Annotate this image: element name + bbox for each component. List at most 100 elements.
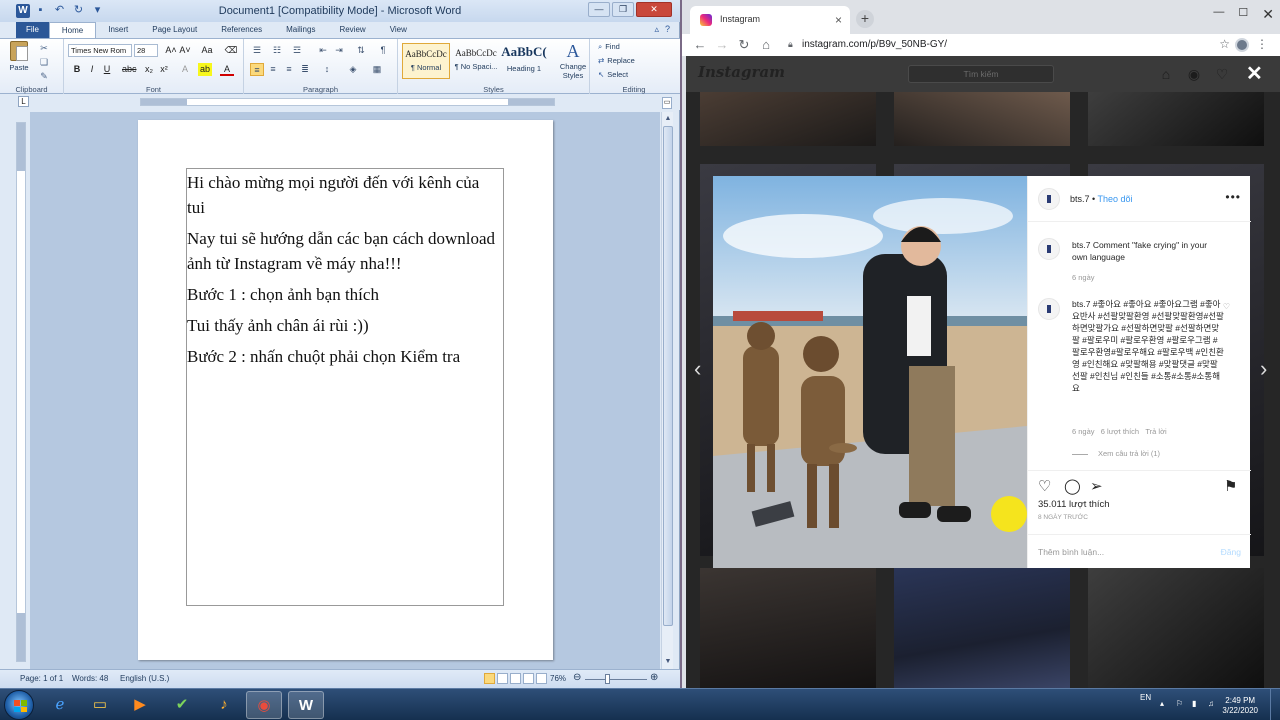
grid-photo[interactable] <box>1088 568 1264 688</box>
outline-view[interactable] <box>523 673 534 684</box>
tab-mailings[interactable]: Mailings <box>274 22 327 38</box>
clear-formatting-icon[interactable]: ⌫ <box>224 44 238 57</box>
tab-references[interactable]: References <box>209 22 274 38</box>
follow-button[interactable]: Theo dõi <box>1098 194 1133 204</box>
shading-icon[interactable]: ◈ <box>346 63 360 76</box>
help-icon[interactable]: ? <box>665 24 670 35</box>
sort-icon[interactable]: ⇅ <box>354 44 368 57</box>
replace-button[interactable]: ⇄ Replace <box>598 56 635 65</box>
style-no-spacing[interactable]: AaBbCcDc ¶ No Spaci... <box>452 43 500 79</box>
post-photo[interactable] <box>713 176 1027 568</box>
zoom-slider-track[interactable] <box>585 679 647 680</box>
comment-username[interactable]: bts.7 <box>1072 299 1090 309</box>
forward-icon[interactable]: → <box>714 37 730 53</box>
show-desktop-button[interactable] <box>1270 689 1280 720</box>
tab-page-layout[interactable]: Page Layout <box>140 22 209 38</box>
author-username[interactable]: bts.7 <box>1070 194 1090 204</box>
shrink-font-icon[interactable]: A˅ <box>178 44 192 57</box>
tab-insert[interactable]: Insert <box>96 22 140 38</box>
style-normal[interactable]: AaBbCcDc ¶ Normal <box>402 43 450 79</box>
more-options-icon[interactable]: ••• <box>1225 190 1241 204</box>
chrome-menu-icon[interactable]: ⋮ <box>1256 37 1268 51</box>
subscript-button[interactable]: x₂ <box>142 63 156 76</box>
comment-avatar[interactable] <box>1038 298 1060 320</box>
comment-input[interactable]: Thêm bình luận... <box>1038 547 1104 557</box>
scroll-thumb[interactable] <box>663 126 673 626</box>
chrome-minimize-button[interactable]: — <box>1213 6 1224 23</box>
align-left-icon[interactable]: ≡ <box>250 63 264 76</box>
paste-button[interactable]: Paste <box>6 41 32 77</box>
doc-paragraph[interactable]: Nay tui sẽ hướng dẫn các bạn cách downlo… <box>187 226 497 276</box>
share-icon[interactable]: ➢ <box>1090 477 1103 495</box>
tab-view[interactable]: View <box>378 22 419 38</box>
maximize-button[interactable]: ❐ <box>612 2 634 17</box>
tab-selector[interactable]: L <box>18 96 29 107</box>
profile-avatar[interactable] <box>1235 38 1249 52</box>
format-painter-icon[interactable]: ✎ <box>38 71 50 81</box>
reply-button[interactable]: Trả lời <box>1145 427 1166 436</box>
numbering-icon[interactable]: ☷ <box>270 44 284 57</box>
grid-photo[interactable] <box>894 568 1070 688</box>
next-post-icon[interactable]: › <box>1260 356 1267 382</box>
grid-photo[interactable] <box>894 92 1070 146</box>
url-text[interactable]: instagram.com/p/B9v_50NB-GY/ <box>802 39 947 50</box>
chrome-taskbar-icon[interactable]: ◉ <box>246 691 282 719</box>
tray-arrow-icon[interactable]: ▴ <box>1160 699 1164 708</box>
align-right-icon[interactable]: ≡ <box>282 63 296 76</box>
multilevel-list-icon[interactable]: ☲ <box>290 44 304 57</box>
draft-view[interactable] <box>536 673 547 684</box>
ie-taskbar-icon[interactable]: ℯ <box>42 691 78 719</box>
show-marks-icon[interactable]: ¶ <box>376 44 390 57</box>
horizontal-ruler[interactable]: L <box>0 94 680 110</box>
system-clock[interactable]: 2:49 PM 3/22/2020 <box>1222 696 1258 716</box>
grid-photo[interactable] <box>700 92 876 146</box>
underline-button[interactable]: U <box>100 63 114 76</box>
vertical-ruler[interactable] <box>16 122 26 662</box>
borders-icon[interactable]: ▦ <box>370 63 384 76</box>
doc-paragraph[interactable]: Tui thấy ảnh chân ái rùi :)) <box>187 313 497 338</box>
italic-button[interactable]: I <box>85 63 99 76</box>
chrome-maximize-button[interactable]: ☐ <box>1238 6 1248 23</box>
media-player-taskbar-icon[interactable]: ▶ <box>122 691 158 719</box>
word-taskbar-icon[interactable]: W <box>288 691 324 719</box>
grid-photo[interactable] <box>700 568 876 688</box>
comment-like-icon[interactable]: ♡ <box>1223 302 1230 311</box>
save-bookmark-icon[interactable]: ⚑ <box>1224 477 1237 495</box>
doc-paragraph[interactable]: Bước 1 : chọn ảnh bạn thích <box>187 282 497 307</box>
change-styles-button[interactable]: A Change Styles <box>558 41 588 80</box>
reload-icon[interactable]: ↻ <box>736 37 752 53</box>
post-comment-button[interactable]: Đăng <box>1221 547 1241 557</box>
back-icon[interactable]: ← <box>692 37 708 53</box>
tab-review[interactable]: Review <box>327 22 377 38</box>
lock-icon[interactable]: 🔒︎ <box>788 39 793 50</box>
scroll-down-icon[interactable]: ▼ <box>663 657 673 667</box>
comment-likes[interactable]: 6 lượt thích <box>1101 427 1139 436</box>
address-bar[interactable]: 🔒︎ instagram.com/p/B9v_50NB-GY/ ☆ <box>782 36 1230 54</box>
text-effects-icon[interactable]: A <box>178 63 192 76</box>
activity-heart-icon[interactable]: ♡ <box>1214 66 1230 82</box>
explorer-taskbar-icon[interactable]: ▭ <box>82 691 118 719</box>
highlight-icon[interactable]: ab <box>198 63 212 76</box>
scroll-up-icon[interactable]: ▲ <box>663 114 673 124</box>
view-ruler-icon[interactable]: ▭ <box>662 97 672 109</box>
grow-font-icon[interactable]: A˄ <box>164 44 178 57</box>
print-layout-view[interactable] <box>484 673 495 684</box>
decrease-indent-icon[interactable]: ⇤ <box>316 44 330 57</box>
chrome-close-button[interactable]: ✕ <box>1262 6 1274 23</box>
language-indicator[interactable]: EN <box>1140 693 1151 702</box>
doc-paragraph[interactable]: Bước 2 : nhấn chuột phải chọn Kiểm tra <box>187 344 497 369</box>
bullets-icon[interactable]: ☰ <box>250 44 264 57</box>
tray-volume-icon[interactable]: ♫ <box>1208 699 1214 708</box>
tray-network-icon[interactable]: ▮ <box>1192 699 1196 708</box>
font-name-select[interactable]: Times New Rom <box>68 44 132 57</box>
start-button[interactable] <box>4 690 34 720</box>
caption-username[interactable]: bts.7 <box>1072 240 1090 250</box>
minimize-ribbon-icon[interactable]: ▵ <box>654 24 659 35</box>
explore-icon[interactable]: ◉ <box>1186 66 1202 82</box>
home-icon[interactable]: ⌂ <box>758 37 774 53</box>
instagram-search[interactable]: Tìm kiếm <box>908 65 1054 83</box>
tab-close-icon[interactable]: × <box>835 13 842 27</box>
like-heart-icon[interactable]: ♡ <box>1038 477 1051 495</box>
tab-home[interactable]: Home <box>48 22 97 38</box>
word-count[interactable]: Words: 48 <box>72 674 108 683</box>
